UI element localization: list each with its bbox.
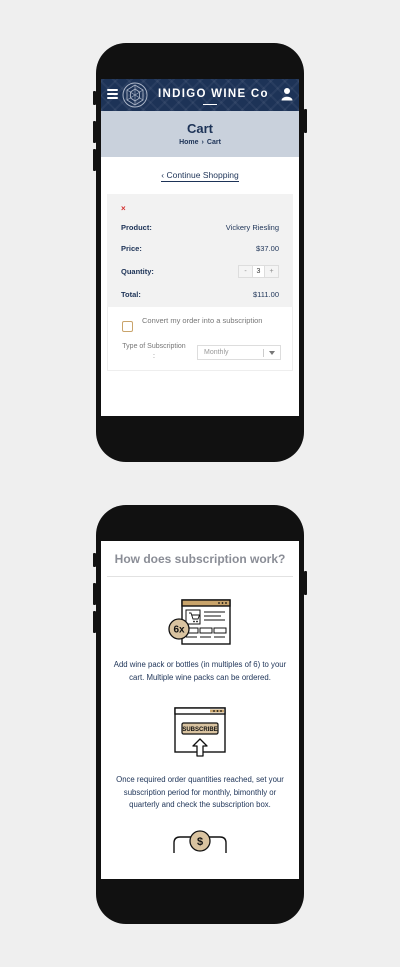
total-row: Total: $111.00 (121, 290, 279, 299)
product-row: Product: Vickery Riesling (121, 223, 279, 232)
phone-frame-cart: INDIGO WINE Co Cart Home › Cart ‹ Continue… (93, 43, 307, 462)
phone-volume-up-button (93, 121, 96, 143)
phone-side-button (93, 91, 96, 105)
subscription-type-label: Type of Subscription : (116, 342, 192, 362)
wine-cart-browser-icon: 6x (168, 599, 231, 645)
cart-item: × Product: Vickery Riesling Price: $37.0… (107, 194, 293, 307)
phone-side-button (93, 553, 96, 567)
quantity-decrease-button[interactable]: - (239, 266, 252, 277)
cart-screen: INDIGO WINE Co Cart Home › Cart ‹ Continue… (101, 79, 299, 416)
price-label: Price: (121, 244, 142, 253)
phone-frame-how: How does subscription work? 6x Add wine … (93, 505, 307, 924)
pack-multiplier-badge: 6x (173, 625, 185, 636)
quantity-label: Quantity: (121, 267, 154, 276)
price-value: $37.00 (256, 244, 279, 253)
quantity-increase-button[interactable]: + (265, 266, 278, 277)
page-banner: Cart Home › Cart (101, 111, 299, 157)
phone-power-button (304, 109, 307, 133)
subscription-type-select[interactable]: Monthly (197, 344, 281, 360)
breadcrumb-home[interactable]: Home (179, 139, 198, 146)
step-2-text: Once required order quantities reached, … (116, 775, 284, 809)
chevron-left-icon: ‹ (161, 170, 165, 180)
remove-item-button[interactable]: × (121, 204, 279, 213)
phone-volume-down-button (93, 611, 96, 633)
convert-subscription-row: Convert my order into a subscription (116, 315, 284, 332)
phone-volume-up-button (93, 583, 96, 605)
convert-subscription-checkbox[interactable] (122, 321, 133, 332)
user-icon[interactable] (281, 87, 293, 101)
subscription-type-row: Type of Subscription : Monthly (116, 342, 284, 362)
select-divider (263, 348, 264, 357)
brand-name[interactable]: INDIGO WINE Co (158, 88, 269, 100)
subscribe-badge: SUBSCRIBE (182, 727, 217, 733)
logo-mark-icon (122, 82, 148, 108)
site-header: INDIGO WINE Co (101, 79, 299, 111)
quantity-stepper: - 3 + (238, 265, 279, 278)
subscription-type-value: Monthly (204, 348, 229, 356)
continue-shopping-label: Continue Shopping (166, 170, 239, 180)
phone-power-button (304, 571, 307, 595)
continue-shopping-link[interactable]: ‹ Continue Shopping (161, 170, 239, 182)
phone-volume-down-button (93, 149, 96, 171)
total-label: Total: (121, 290, 141, 299)
how-divider (107, 576, 293, 577)
continue-shopping: ‹ Continue Shopping (101, 170, 299, 182)
breadcrumb: Home › Cart (101, 139, 299, 146)
subscription-options: Convert my order into a subscription Typ… (107, 307, 293, 371)
brand-underline (203, 104, 217, 105)
price-row: Price: $37.00 (121, 244, 279, 253)
hamburger-menu-icon[interactable] (107, 89, 118, 99)
chevron-down-icon (269, 350, 275, 355)
product-label: Product: (121, 223, 152, 232)
breadcrumb-current: Cart (206, 139, 221, 146)
how-title: How does subscription work? (114, 552, 286, 566)
how-it-works-screen: How does subscription work? 6x Add wine … (101, 541, 299, 879)
breadcrumb-separator: › (201, 139, 204, 146)
subscription-type-label-colon: : (153, 353, 155, 360)
quantity-row: Quantity: - 3 + (121, 265, 279, 278)
step-1-text: Add wine pack or bottles (in multiples o… (113, 660, 287, 682)
subscription-type-label-text: Type of Subscription (122, 343, 186, 350)
dollar-badge: $ (197, 836, 203, 848)
total-value: $111.00 (253, 290, 279, 299)
quantity-input[interactable]: 3 (252, 266, 265, 277)
convert-subscription-label[interactable]: Convert my order into a subscription (142, 315, 262, 326)
dollar-coin-icon: $ (173, 829, 227, 853)
product-value: Vickery Riesling (225, 223, 279, 232)
page-title: Cart (186, 121, 213, 136)
subscribe-upload-icon: SUBSCRIBE (174, 707, 226, 757)
